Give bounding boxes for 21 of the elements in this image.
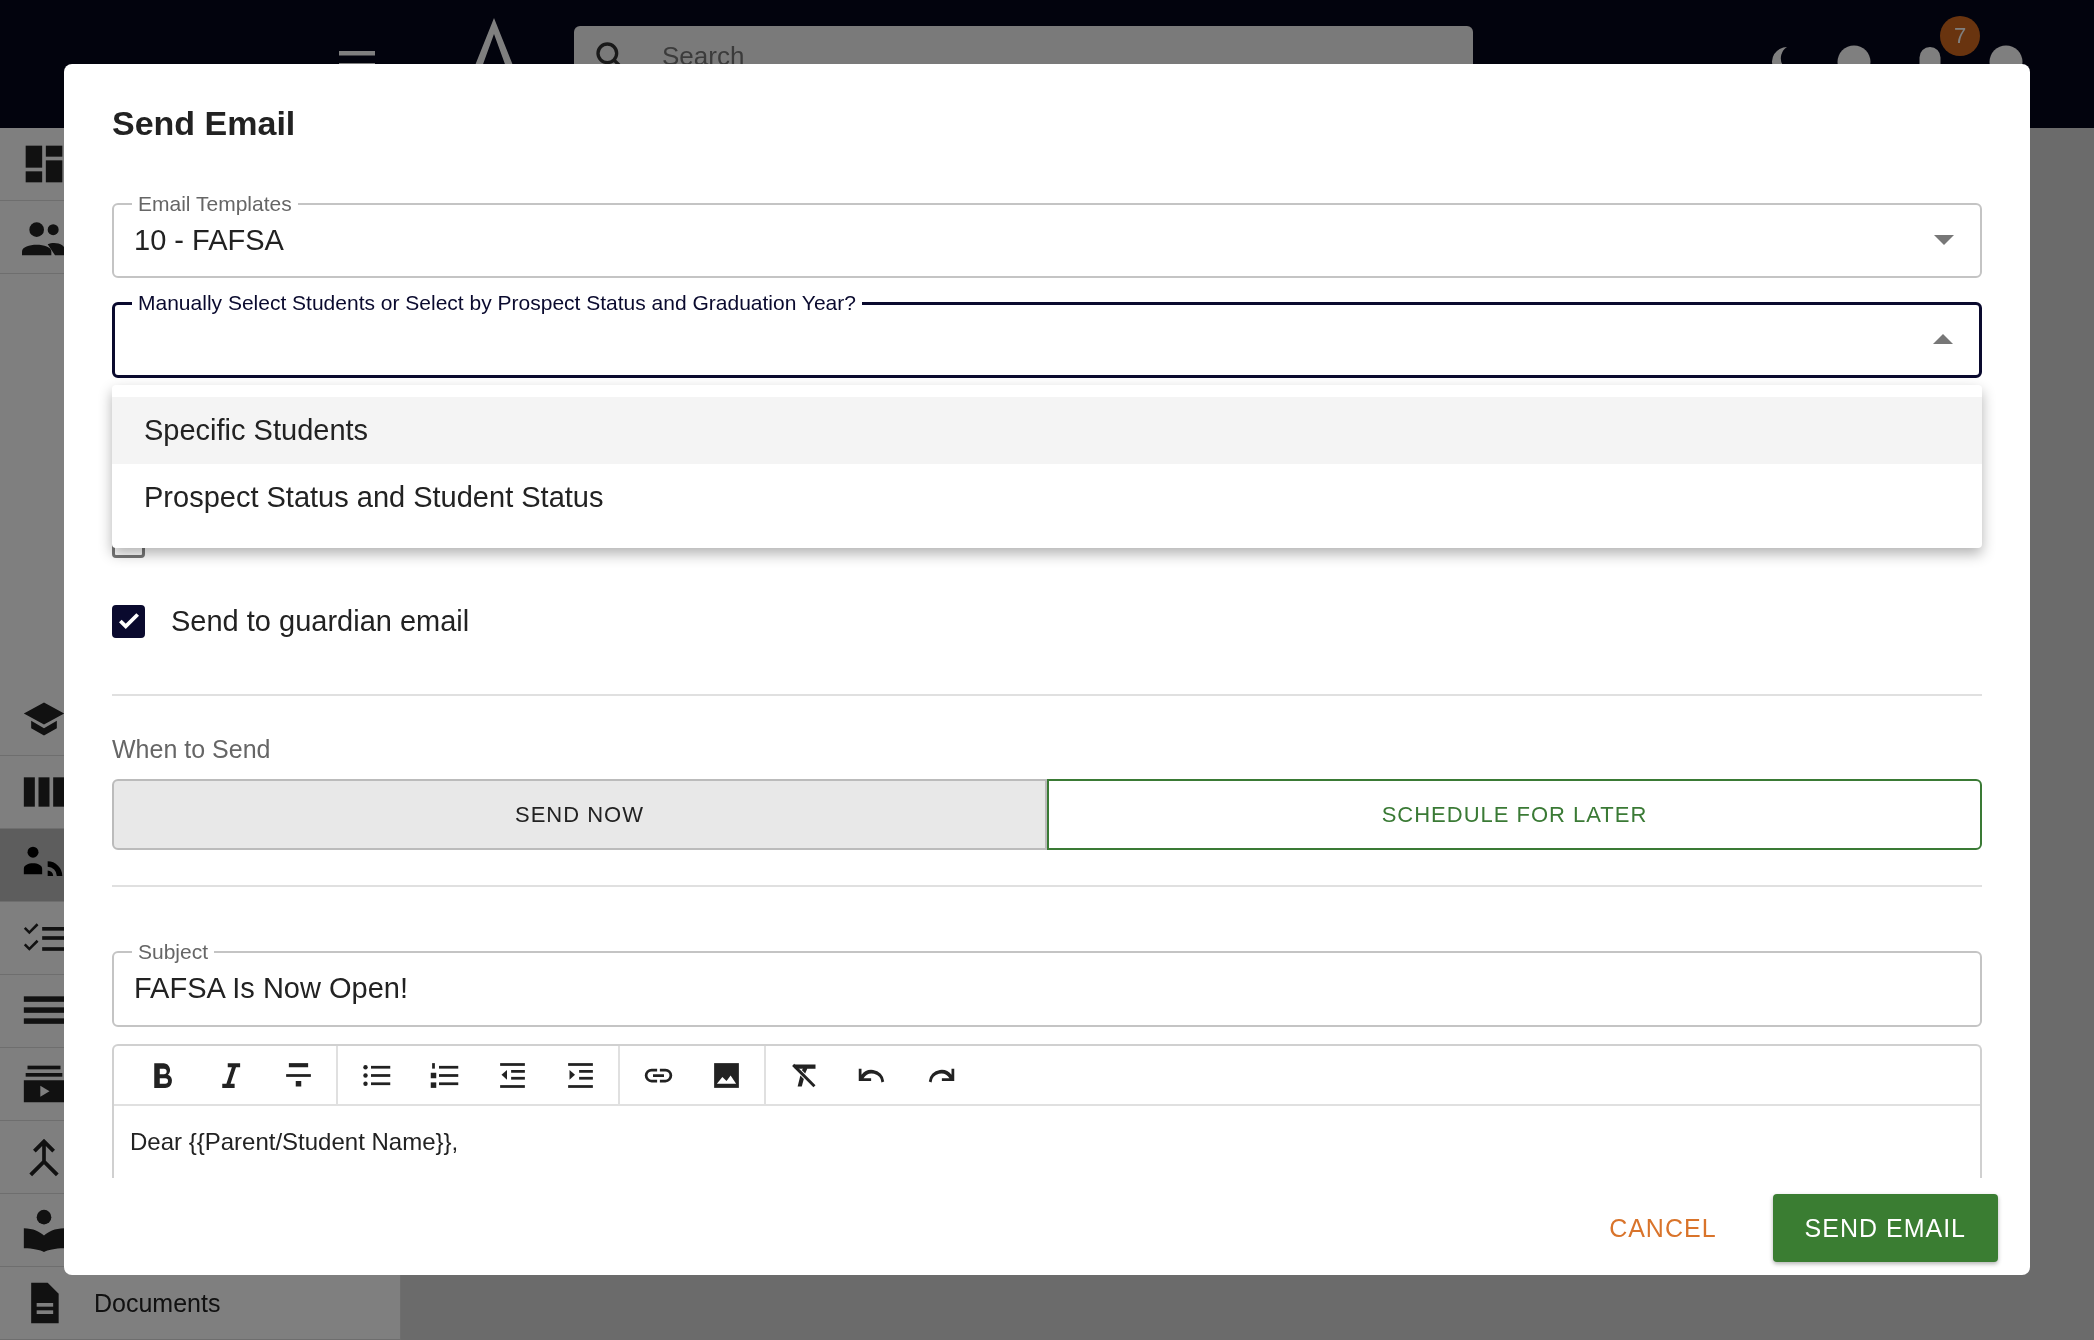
caret-icon — [1933, 334, 1953, 344]
dialog-title: Send Email — [112, 103, 297, 144]
toggle-button[interactable]: SEND NOW — [112, 779, 1047, 850]
menu-item[interactable]: Prospect Status and Student Status — [112, 464, 1982, 531]
field-value: 10 - FAFSA — [134, 223, 285, 257]
rich-text-editor[interactable]: Dear {{Parent/Student Name}}, — [112, 1044, 1982, 1178]
caret-icon — [1934, 235, 1954, 245]
field-label: Subject — [137, 940, 210, 964]
checkbox[interactable] — [112, 604, 145, 638]
toggle-button[interactable]: SCHEDULE FOR LATER — [1047, 779, 1982, 850]
sidebar-label[interactable]: Documents — [94, 1288, 221, 1318]
field-label: Manually Select Students or Select by Prospect Status and Graduation Year? — [137, 291, 857, 315]
send-button[interactable]: SEND EMAIL — [1772, 1194, 1998, 1262]
section-label: When to Send — [112, 734, 272, 764]
field-value: FAFSA Is Now Open! — [134, 971, 409, 1005]
menu-item[interactable]: Specific Students — [112, 397, 1982, 464]
field-label: Email Templates — [137, 192, 293, 216]
checkbox-label: Send to guardian email — [171, 604, 470, 638]
editor-text: Dear {{Parent/Student Name}}, — [129, 1127, 460, 1157]
sidebar-icon[interactable] — [22, 1208, 66, 1252]
notification-badge: 7 — [1940, 16, 1980, 56]
